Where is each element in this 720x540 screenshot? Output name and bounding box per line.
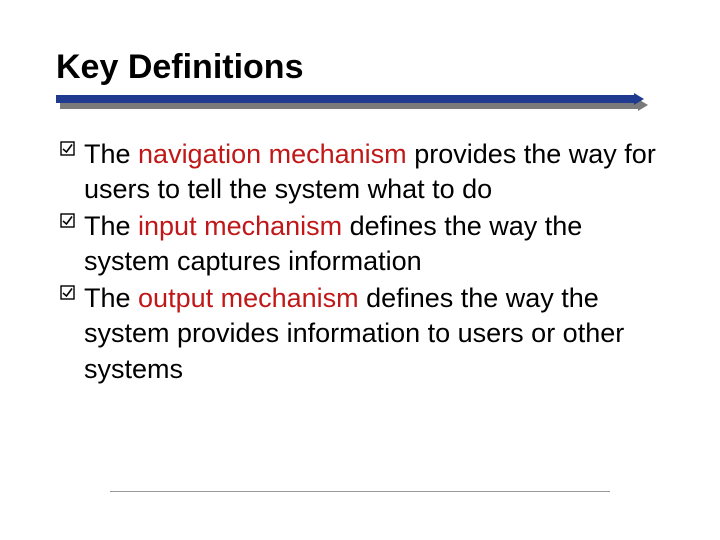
item-text: The input mechanism defines the way the …: [84, 209, 664, 279]
checkbox-icon: [60, 285, 78, 301]
checkbox-icon: [60, 141, 78, 157]
list-item: The input mechanism defines the way the …: [60, 209, 664, 279]
slide-title: Key Definitions: [56, 48, 664, 87]
footer-rule: [110, 491, 610, 492]
term: input mechanism: [138, 211, 342, 241]
list-item: The navigation mechanism provides the wa…: [60, 137, 664, 207]
body: The navigation mechanism provides the wa…: [56, 137, 664, 387]
slide: Key Definitions The navigation mechanism…: [0, 0, 720, 540]
title-underline: [56, 95, 664, 109]
item-text: The output mechanism defines the way the…: [84, 281, 664, 386]
term: output mechanism: [138, 283, 359, 313]
term: navigation mechanism: [138, 139, 407, 169]
checkbox-icon: [60, 213, 78, 229]
list-item: The output mechanism defines the way the…: [60, 281, 664, 386]
item-text: The navigation mechanism provides the wa…: [84, 137, 664, 207]
